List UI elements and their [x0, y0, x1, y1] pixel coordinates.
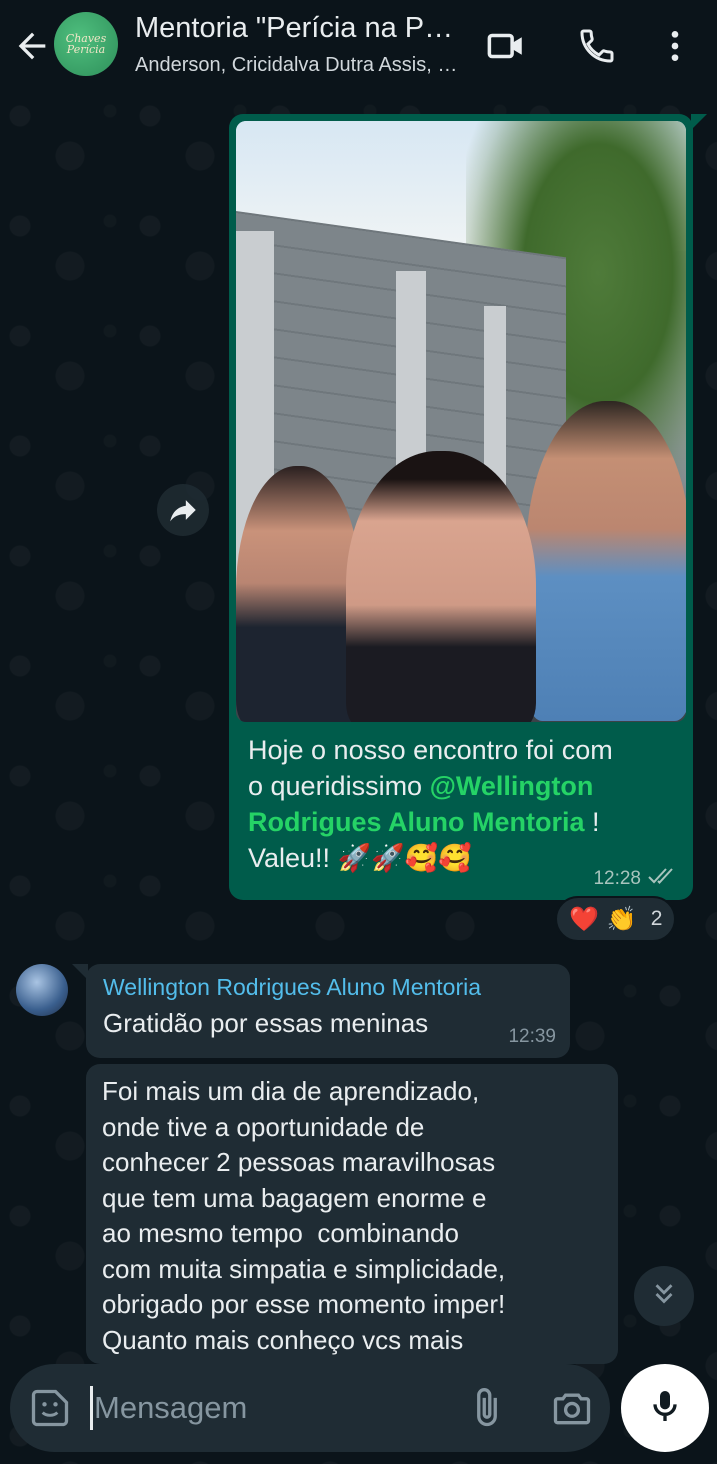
- avatar-text-line2: Perícia: [66, 43, 106, 56]
- incoming-message[interactable]: Foi mais um dia de aprendizado, onde tiv…: [86, 1064, 618, 1364]
- forward-icon[interactable]: [157, 484, 209, 536]
- group-avatar[interactable]: Chaves Perícia: [54, 12, 118, 76]
- chat-header: Chaves Perícia Mentoria "Perícia na Prát…: [0, 0, 717, 96]
- sender-avatar[interactable]: [16, 964, 68, 1016]
- more-vert-icon[interactable]: [653, 24, 697, 68]
- reaction-count: 2: [650, 907, 663, 930]
- caption-after-mention: !: [584, 807, 600, 837]
- scroll-to-bottom-button[interactable]: [634, 1266, 694, 1326]
- paperclip-icon[interactable]: [465, 1386, 509, 1430]
- outgoing-caption: Hoje o nosso encontro foi com o queridis…: [248, 732, 682, 876]
- message-input[interactable]: [94, 1384, 454, 1432]
- chat-participants[interactable]: Anderson, Cricidalva Dutra Assis, Wellin…: [135, 54, 460, 77]
- message-time: 12:28: [593, 868, 641, 889]
- message-time: 12:39: [508, 1026, 556, 1047]
- incoming-message[interactable]: Wellington Rodrigues Aluno Mentoria Grat…: [72, 964, 570, 1058]
- shared-photo[interactable]: [236, 121, 686, 722]
- reactions-pill[interactable]: ❤️ 👏 2: [555, 896, 677, 942]
- message-meta: 12:28: [593, 866, 677, 892]
- text-caret: [90, 1386, 93, 1430]
- phone-icon[interactable]: [575, 24, 619, 68]
- mic-icon: [645, 1386, 685, 1431]
- clap-reaction-icon: 👏: [606, 905, 637, 933]
- caption-line2: o queridissimo: [248, 771, 430, 801]
- video-call-icon[interactable]: [484, 24, 528, 68]
- caption-emojis: 🚀🚀🥰🥰: [337, 843, 473, 873]
- mic-button[interactable]: [621, 1364, 709, 1452]
- heart-reaction-icon: ❤️: [569, 905, 599, 933]
- caption-line1: Hoje o nosso encontro foi com: [248, 735, 613, 765]
- sticker-icon[interactable]: [28, 1386, 72, 1430]
- double-chevron-down-icon: [649, 1279, 679, 1314]
- caption-line4: Valeu!!: [248, 843, 338, 873]
- sender-name[interactable]: Wellington Rodrigues Aluno Mentoria: [103, 974, 481, 1001]
- chat-title[interactable]: Mentoria "Perícia na Prática": [135, 12, 455, 45]
- back-arrow-icon[interactable]: [12, 26, 52, 66]
- message-text: Foi mais um dia de aprendizado, onde tiv…: [102, 1076, 506, 1355]
- message-text: Gratidão por essas meninas: [103, 1008, 429, 1038]
- message-composer: [10, 1364, 610, 1452]
- double-check-icon: [647, 866, 677, 892]
- camera-icon[interactable]: [550, 1386, 594, 1430]
- outgoing-message[interactable]: Hoje o nosso encontro foi com o queridis…: [229, 114, 707, 900]
